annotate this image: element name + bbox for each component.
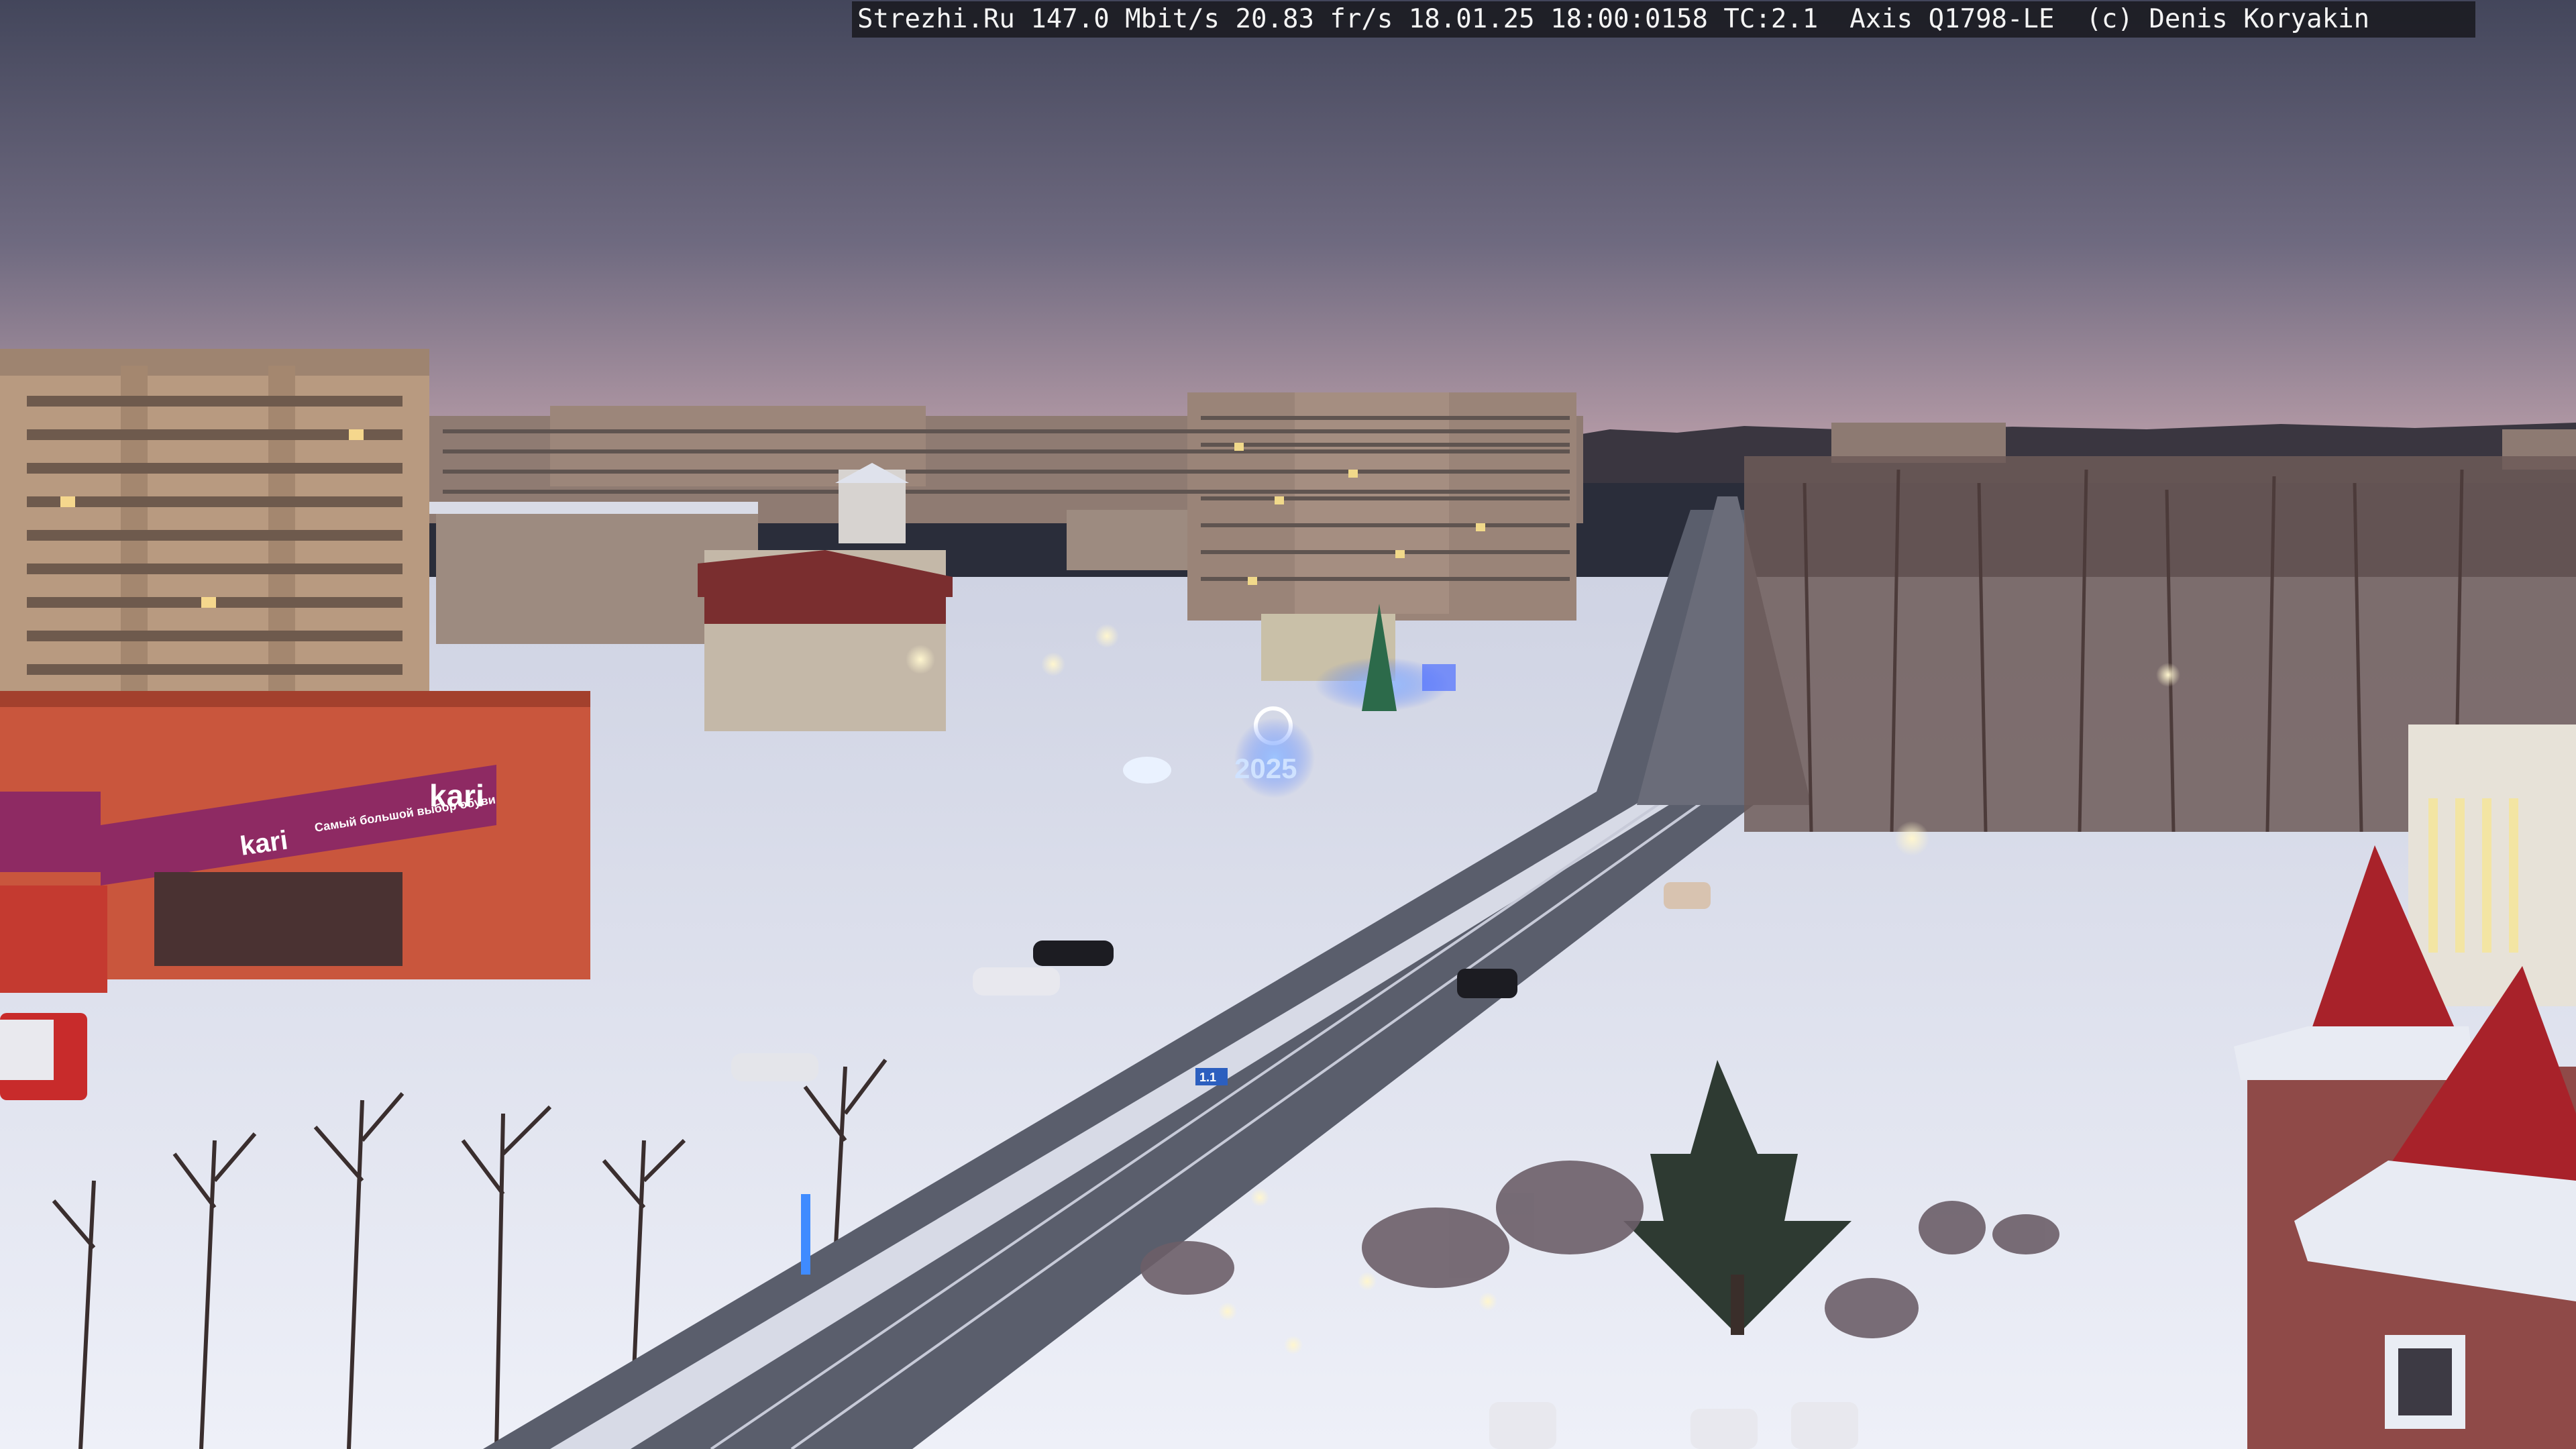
kari-store: kari kari Самый большой выбор обуви [0, 691, 590, 993]
light-decoration-pole [801, 1194, 810, 1275]
road-sign-label: 1.1 [1199, 1071, 1216, 1084]
webcam-view: kari kari Самый большой выбор обуви 2025… [0, 0, 2576, 1449]
year-lights-display: 2025 [1234, 753, 1297, 784]
camera-info-overlay: Strezhi.Ru 147.0 Mbit/s 20.83 fr/s 18.01… [852, 1, 2475, 38]
city-street-scene: kari kari Самый большой выбор обуви 2025… [0, 0, 2576, 1449]
